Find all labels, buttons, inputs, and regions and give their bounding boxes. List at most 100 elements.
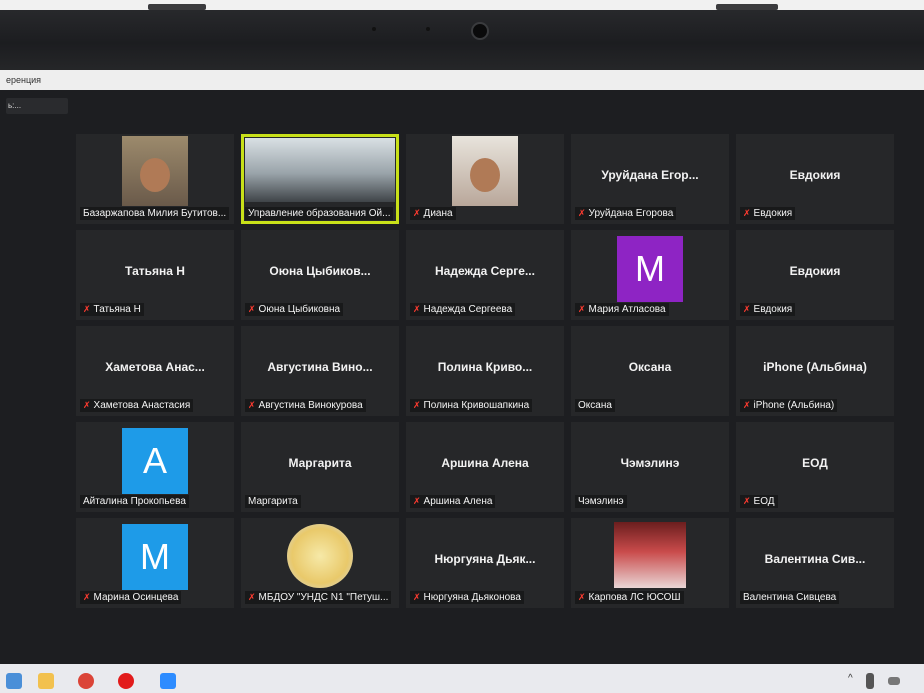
window-title: еренция [6, 75, 42, 85]
participant-grid: Базаржапова Милия Бутитов... Управление о… [76, 134, 896, 654]
participant-name: Диана [423, 208, 453, 219]
muted-mic-icon: ✗ [413, 304, 421, 314]
chrome-icon[interactable] [78, 673, 94, 689]
participant-tile[interactable]: Августина Вино... ✗ Августина Винокурова [241, 326, 399, 416]
school-logo-image [287, 524, 353, 588]
participant-tile[interactable]: Базаржапова Милия Бутитов... [76, 134, 234, 224]
participant-tile[interactable]: M ✗ Марина Осинцева [76, 518, 234, 608]
participant-tile[interactable]: Валентина Сив... Валентина Сивцева [736, 518, 894, 608]
participant-name-label: ✗ Хаметова Анастасия [80, 399, 194, 412]
participant-name: Базаржапова Милия Бутитов... [83, 208, 227, 219]
participant-tile[interactable]: Аршина Алена ✗ Аршина Алена [406, 422, 564, 512]
participant-display-name: Валентина Сив... [764, 552, 866, 566]
sensor-dot [426, 27, 430, 31]
participant-name-label: ✗ Полина Кривошапкина [410, 399, 533, 412]
conference-room-video [245, 138, 395, 202]
battery-icon[interactable] [888, 677, 900, 685]
participant-avatar: M [122, 524, 188, 590]
yandex-icon[interactable] [118, 673, 134, 689]
participant-name: Надежда Сергеева [423, 304, 513, 315]
participant-tile[interactable]: Управление образования Ой... [241, 134, 399, 224]
muted-mic-icon: ✗ [743, 496, 751, 506]
participant-name-label: ✗ Евдокия [740, 303, 796, 316]
participant-tile[interactable]: Надежда Серге... ✗ Надежда Сергеева [406, 230, 564, 320]
participant-name-label: ✗ Уруйдана Егорова [575, 207, 677, 220]
participant-display-name: Уруйдана Егор... [601, 168, 699, 182]
participant-name-label: ✗ Диана [410, 207, 456, 220]
participant-tile[interactable]: Татьяна Н ✗ Татьяна Н [76, 230, 234, 320]
webcam-icon [471, 22, 489, 40]
participant-name-label: Управление образования Ой... [245, 207, 394, 220]
participant-tile[interactable]: ✗ МБДОУ "УНДС N1 "Петуш... [241, 518, 399, 608]
participant-name-label: ✗ Мария Атласова [575, 303, 669, 316]
tray-chevron-icon[interactable]: ^ [848, 673, 858, 689]
participant-name: Евдокия [753, 208, 793, 219]
participant-display-name: Надежда Серге... [435, 264, 535, 278]
participant-tile[interactable]: Оюна Цыбиков... ✗ Оюна Цыбиковна [241, 230, 399, 320]
participant-display-name: Оюна Цыбиков... [269, 264, 371, 278]
muted-mic-icon: ✗ [578, 208, 586, 218]
participant-tile[interactable]: Хаметова Анас... ✗ Хаметова Анастасия [76, 326, 234, 416]
participant-tile[interactable]: Полина Криво... ✗ Полина Кривошапкина [406, 326, 564, 416]
microphone-icon[interactable] [866, 673, 874, 689]
muted-mic-icon: ✗ [413, 592, 421, 602]
participant-name: Полина Кривошапкина [423, 400, 530, 411]
muted-mic-icon: ✗ [413, 400, 421, 410]
participant-face [470, 158, 500, 192]
participant-name-label: ✗ Татьяна Н [80, 303, 144, 316]
participant-display-name: ЕОД [802, 456, 828, 470]
muted-mic-icon: ✗ [248, 400, 256, 410]
participant-photo [614, 522, 686, 588]
meeting-info-label: ь:... [8, 101, 22, 110]
participant-name-label: ✗ МБДОУ "УНДС N1 "Петуш... [245, 591, 392, 604]
participant-tile[interactable]: ✗ Карпова ЛС ЮСОШ [571, 518, 729, 608]
zoom-icon[interactable] [160, 673, 176, 689]
participant-name-label: ✗ Карпова ЛС ЮСОШ [575, 591, 684, 604]
conference-screen: ь:... Базаржапова Милия Бутитов... Управл… [0, 90, 924, 664]
participant-name: Марина Осинцева [93, 592, 179, 603]
muted-mic-icon: ✗ [413, 208, 421, 218]
participant-name-label: ✗ ЕОД [740, 495, 778, 508]
participant-display-name: Евдокия [789, 168, 841, 182]
participant-avatar: M [617, 236, 683, 302]
participant-tile[interactable]: A Айталина Прокопьева [76, 422, 234, 512]
muted-mic-icon: ✗ [578, 592, 586, 602]
participant-name: Нюргуяна Дьяконова [423, 592, 521, 603]
participant-display-name: Хаметова Анас... [105, 360, 205, 374]
muted-mic-icon: ✗ [743, 400, 751, 410]
muted-mic-icon: ✗ [413, 496, 421, 506]
participant-name-label: ✗ iPhone (Альбина) [740, 399, 838, 412]
participant-display-name: iPhone (Альбина) [763, 360, 867, 374]
muted-mic-icon: ✗ [743, 304, 751, 314]
participant-tile[interactable]: Уруйдана Егор... ✗ Уруйдана Егорова [571, 134, 729, 224]
participant-name-label: Базаржапова Милия Бутитов... [80, 207, 230, 220]
participant-tile[interactable]: ✗ Диана [406, 134, 564, 224]
meeting-info-button[interactable]: ь:... [6, 98, 68, 114]
muted-mic-icon: ✗ [248, 304, 256, 314]
participant-tile[interactable]: Оксана Оксана [571, 326, 729, 416]
participant-display-name: Аршина Алена [441, 456, 529, 470]
participant-name: Аршина Алена [423, 496, 493, 507]
participant-name-label: ✗ Марина Осинцева [80, 591, 182, 604]
participant-tile[interactable]: Маргарита Маргарита [241, 422, 399, 512]
participant-name: МБДОУ "УНДС N1 "Петуш... [258, 592, 389, 603]
participant-tile[interactable]: iPhone (Альбина) ✗ iPhone (Альбина) [736, 326, 894, 416]
participant-name: Мария Атласова [588, 304, 666, 315]
participant-tile[interactable]: ЕОД ✗ ЕОД [736, 422, 894, 512]
participant-name-label: ✗ Нюргуяна Дьяконова [410, 591, 524, 604]
muted-mic-icon: ✗ [83, 304, 91, 314]
participant-display-name: Полина Криво... [437, 360, 533, 374]
participant-tile[interactable]: Чэмэлинэ Чэмэлинэ [571, 422, 729, 512]
participant-tile[interactable]: Евдокия ✗ Евдокия [736, 134, 894, 224]
muted-mic-icon: ✗ [248, 592, 256, 602]
participant-display-name: Евдокия [789, 264, 841, 278]
start-icon[interactable] [6, 673, 22, 689]
participant-name-label: ✗ Надежда Сергеева [410, 303, 516, 316]
participant-tile[interactable]: Нюргуяна Дьяк... ✗ Нюргуяна Дьяконова [406, 518, 564, 608]
participant-video [122, 136, 188, 206]
folder-icon[interactable] [38, 673, 54, 689]
participant-tile[interactable]: Евдокия ✗ Евдокия [736, 230, 894, 320]
participant-name: iPhone (Альбина) [753, 400, 835, 411]
muted-mic-icon: ✗ [743, 208, 751, 218]
participant-tile[interactable]: M ✗ Мария Атласова [571, 230, 729, 320]
